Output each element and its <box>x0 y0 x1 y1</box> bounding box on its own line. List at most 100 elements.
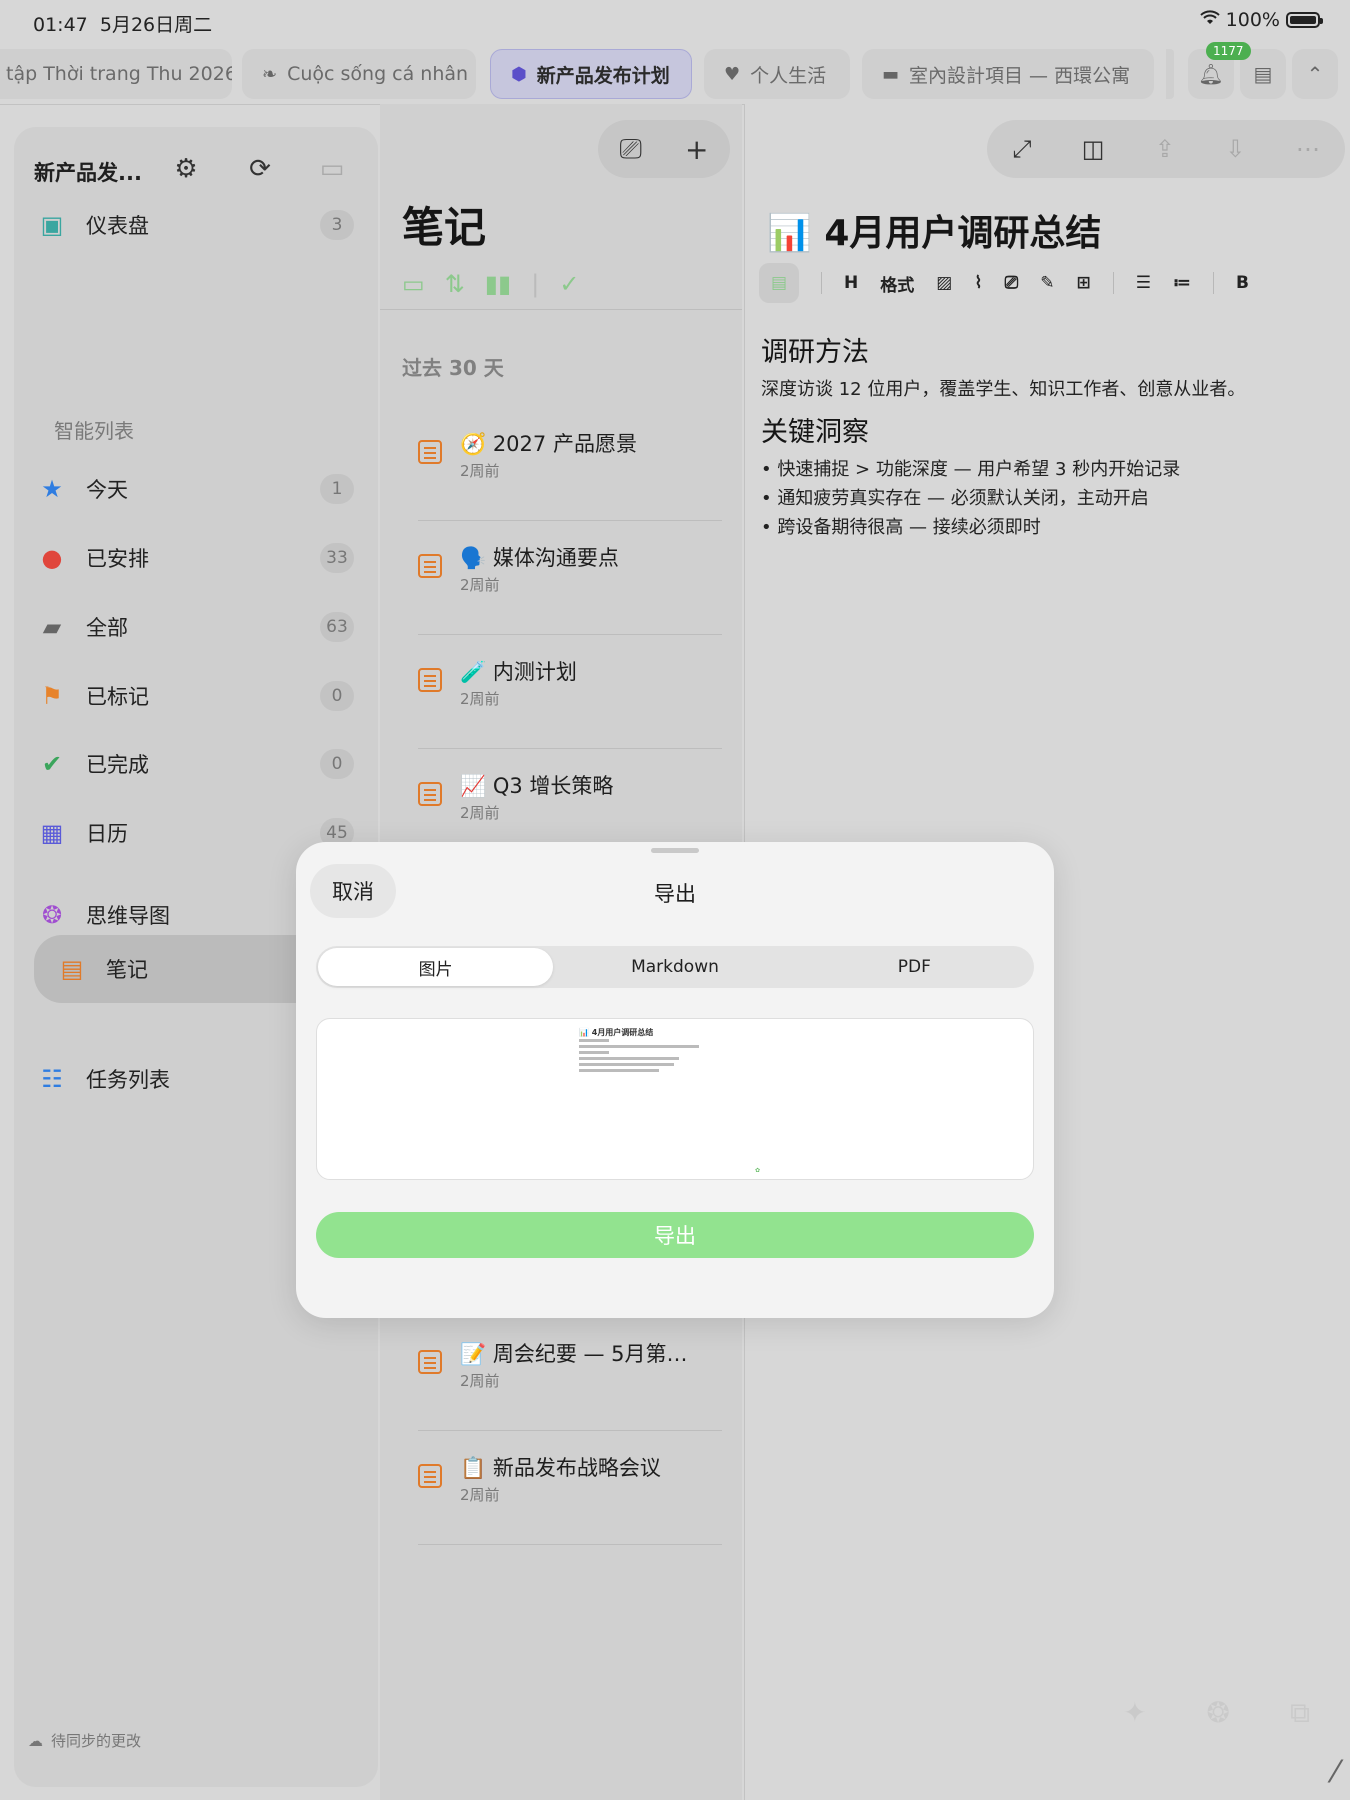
body-line: • 跨设备期待很高 — 接续必须即时 <box>761 517 1041 538</box>
preview-title: 📊 4月用户调研总结 <box>579 1028 654 1037</box>
sidebar-item-flagged[interactable]: ⚑ 已标记 0 <box>34 668 354 724</box>
settings-button[interactable]: ⚙ <box>164 147 208 191</box>
section-heading: 关键洞察 <box>761 417 869 448</box>
add-note-button[interactable]: + <box>685 133 708 166</box>
sync-icon: ⟳ <box>249 154 271 184</box>
tab-personal-life[interactable]: ♥ 个人生活 <box>704 49 850 99</box>
sidebar-item-today[interactable]: ★ 今天 1 <box>34 461 354 517</box>
note-icon: ▤ <box>60 955 84 983</box>
body-line: • 快速捕捉 > 功能深度 — 用户希望 3 秒内开始记录 <box>761 459 1181 480</box>
sort-icon[interactable]: ⇅ <box>445 270 465 298</box>
collapse-tabs-button[interactable]: ⌃ <box>1292 49 1338 99</box>
notes-filter-bar: ▭ ⇅ ▮▮ | ✓ <box>402 270 579 298</box>
tab-personal-vi[interactable]: ❧ Cuộc sống cá nhân <box>242 49 476 99</box>
sidebar-item-all[interactable]: ▰ 全部 63 <box>34 599 354 655</box>
tab-new-product[interactable]: ⬢ 新产品发布计划 <box>490 49 692 99</box>
list-icon[interactable]: ≔ <box>1173 273 1191 293</box>
align-icon[interactable]: ☰ <box>1136 273 1151 293</box>
export-button[interactable]: 导出 <box>316 1212 1034 1258</box>
layout-icon[interactable]: ▮▮ <box>485 270 511 298</box>
scan-text-icon[interactable]: ⎚ <box>1005 273 1019 293</box>
format-button[interactable]: 格式 <box>880 271 914 296</box>
toggle-sidebar-button[interactable]: ▭ <box>310 147 354 191</box>
sidebar-item-completed[interactable]: ✔ 已完成 0 <box>34 736 354 792</box>
inbox-filter-icon[interactable]: ▭ <box>402 270 425 298</box>
heart-icon: ♥ <box>724 63 741 85</box>
note-doc-icon <box>418 782 442 806</box>
bell-icon: 🔔︎ <box>1198 62 1224 86</box>
notes-toolbar: ⎚ + <box>598 120 730 178</box>
note-item[interactable]: 🗣️ 媒体沟通要点 2周前 <box>418 522 722 635</box>
scan-icon[interactable]: ⎚ <box>620 132 642 166</box>
leaf-icon: ❧ <box>262 63 278 85</box>
cancel-button[interactable]: 取消 <box>310 864 396 918</box>
battery-percent: 100% <box>1225 9 1280 31</box>
note-item[interactable]: 📝 周会纪要 — 5月第… 2周前 <box>418 1318 722 1431</box>
draw-icon[interactable]: ✎ <box>1040 273 1054 293</box>
segment-image[interactable]: 图片 <box>318 948 554 986</box>
sidebar-icon: ▭ <box>319 154 345 184</box>
calendar-red-icon: ● <box>41 544 63 572</box>
more-icon[interactable]: ⋯ <box>1296 135 1320 163</box>
note-item[interactable]: 🧪 内测计划 2周前 <box>418 636 722 749</box>
table-icon[interactable]: ⊞ <box>1076 273 1090 293</box>
doc-format-icon[interactable]: ▤ <box>759 263 799 303</box>
tab-fashion[interactable]: tập Thời trang Thu 2026 <box>0 49 232 99</box>
sidebar-item-dashboard[interactable]: ▣ 仪表盘 3 <box>34 197 354 253</box>
dashboard-icon: ▣ <box>40 211 64 239</box>
preview-logo-icon: ✿ <box>755 1167 761 1174</box>
sync-button[interactable]: ⟳ <box>238 147 282 191</box>
notes-divider <box>380 309 742 310</box>
note-title[interactable]: 📊 4月用户调研总结 <box>767 204 1101 256</box>
status-right: 100% <box>1199 9 1323 31</box>
sparkle-icon[interactable]: ✦ <box>1123 1696 1146 1730</box>
format-segmented-control: 图片 Markdown PDF <box>316 946 1034 988</box>
segment-pdf[interactable]: PDF <box>797 948 1032 986</box>
image-icon[interactable]: ▨ <box>936 273 952 293</box>
floating-actions: ✦ ❂ ⧉ <box>1123 1696 1310 1730</box>
expand-icon[interactable]: ⤢ <box>1012 135 1031 163</box>
pencil-indicator-icon: ⁄ <box>1332 1755 1338 1790</box>
share-icon[interactable]: ⇪ <box>1155 135 1175 163</box>
tab-interior[interactable]: ▬ 室內設計項目 — 西環公寓 <box>862 49 1154 99</box>
note-doc-icon <box>418 554 442 578</box>
bold-button[interactable]: B <box>1236 273 1249 293</box>
sheet-grabber[interactable] <box>651 848 699 853</box>
translate-icon[interactable]: ⧉ <box>1290 1696 1310 1730</box>
inbox-icon: ▰ <box>42 613 62 641</box>
note-doc-icon <box>418 440 442 464</box>
cube-icon: ⬢ <box>511 63 527 85</box>
note-item[interactable]: 🧭 2027 产品愿景 2周前 <box>418 408 722 521</box>
split-view-icon[interactable]: ◫ <box>1082 135 1105 163</box>
section-heading: 调研方法 <box>761 337 869 368</box>
sidebar-title: 新产品发... <box>34 161 142 185</box>
flag-icon: ⚑ <box>41 682 63 710</box>
body-line: • 通知疲劳真实存在 — 必须默认关闭，主动开启 <box>761 488 1149 509</box>
attachment-icon[interactable]: ⌇ <box>974 273 982 293</box>
preview-thumbnail: 📊 4月用户调研总结 <box>579 1029 709 1075</box>
check-filter-icon[interactable]: ✓ <box>559 270 579 298</box>
brain-ai-icon[interactable]: ❂ <box>1207 1696 1230 1730</box>
status-bar: 01:47 5月26日周二 100% <box>0 0 1350 40</box>
format-separator <box>1213 272 1215 294</box>
note-doc-icon <box>418 1350 442 1374</box>
download-icon[interactable]: ⇩ <box>1225 135 1245 163</box>
heading-button[interactable]: H <box>844 273 858 293</box>
export-dialog: 导出 取消 图片 Markdown PDF 📊 4月用户调研总结 ✿ 导出 <box>296 842 1054 1318</box>
segment-markdown[interactable]: Markdown <box>557 948 792 986</box>
notes-section-label: 过去 30 天 <box>402 356 504 380</box>
check-circle-icon: ✔ <box>41 750 63 778</box>
format-bar: ▤ H 格式 ▨ ⌇ ⎚ ✎ ⊞ ☰ ≔ B <box>759 260 1350 306</box>
note-body[interactable]: 调研方法 深度访谈 12 位用户，覆盖学生、知识工作者、创意从业者。 关键洞察 … <box>761 326 1341 542</box>
tab-bar: tập Thời trang Thu 2026 ❧ Cuộc sống cá n… <box>0 46 1350 102</box>
cloud-icon: ☁ <box>28 1731 43 1750</box>
format-separator <box>1112 272 1114 294</box>
note-doc-icon <box>418 668 442 692</box>
dialog-title: 导出 <box>654 882 696 906</box>
status-time: 01:47 5月26日周二 <box>33 14 213 36</box>
sync-status: ☁ 待同步的更改 <box>28 1731 142 1751</box>
sidebar-item-scheduled[interactable]: ● 已安排 33 <box>34 530 354 586</box>
reader-icon: ▤ <box>1253 62 1273 86</box>
notification-badge: 1177 <box>1206 42 1251 60</box>
note-item[interactable]: 📋 新品发布战略会议 2周前 <box>418 1432 722 1545</box>
